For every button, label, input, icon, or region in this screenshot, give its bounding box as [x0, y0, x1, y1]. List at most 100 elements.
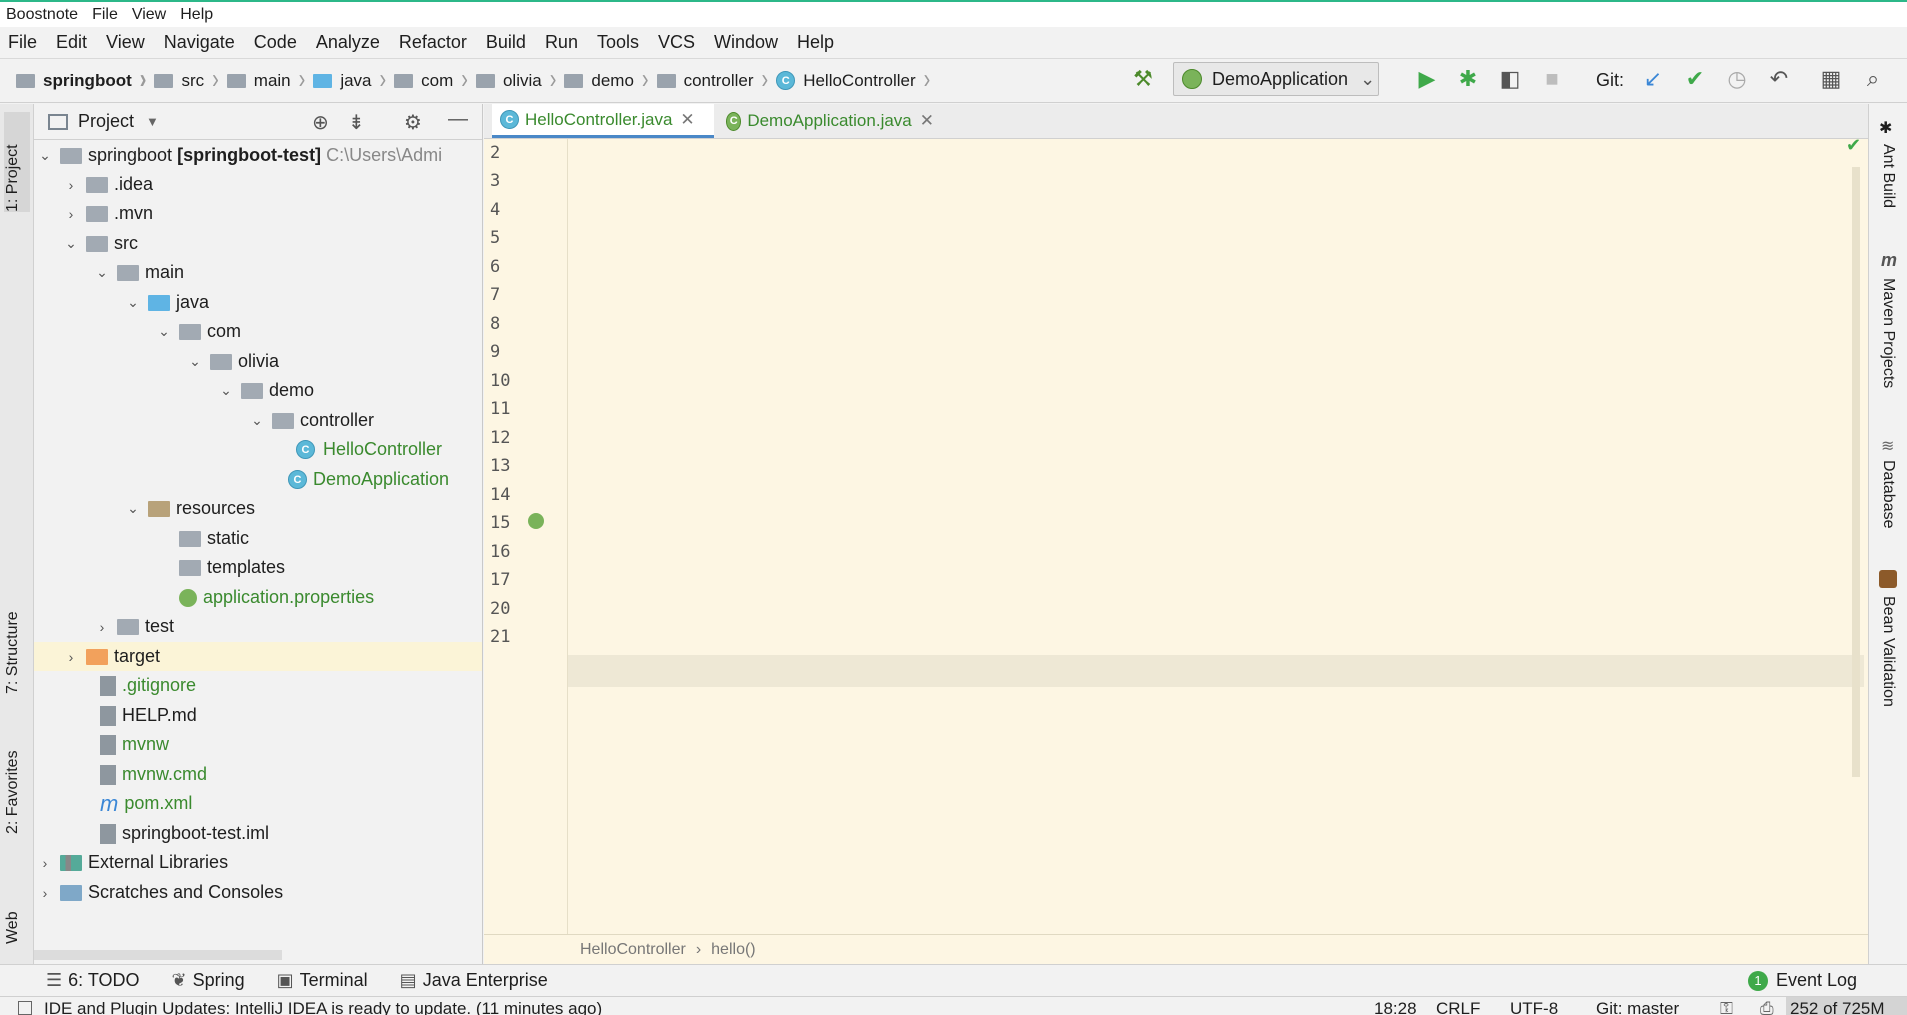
close-icon[interactable]: ✕ [920, 111, 934, 131]
chevron-right-icon[interactable]: › [64, 206, 78, 222]
tree-item-olivia[interactable]: ⌄ olivia [34, 347, 482, 376]
coverage-icon[interactable]: ◧ [1497, 66, 1523, 92]
project-structure-icon[interactable]: ▦ [1818, 66, 1844, 92]
tree-item-com[interactable]: ⌄ com [34, 317, 482, 346]
lock-icon[interactable]: ⚿ [1720, 999, 1733, 1015]
vertical-scrollbar[interactable] [1852, 167, 1860, 777]
editor-breadcrumb-method[interactable]: hello() [711, 941, 755, 959]
tree-item-controller[interactable]: ⌄ controller [34, 406, 482, 435]
chevron-right-icon[interactable]: › [95, 619, 109, 635]
chevron-right-icon[interactable]: › [64, 649, 78, 665]
vcs-commit-icon[interactable]: ✔ [1682, 66, 1708, 92]
breadcrumb-olivia[interactable]: olivia › [475, 64, 556, 95]
file-encoding[interactable]: UTF-8 [1510, 999, 1558, 1015]
caret-position[interactable]: 18:28 [1374, 999, 1417, 1015]
tree-item-java[interactable]: ⌄ java [34, 288, 482, 317]
tree-item-resources[interactable]: ⌄ resources [34, 494, 482, 523]
menu-window[interactable]: Window [714, 32, 778, 53]
breadcrumb-hellocontroller[interactable]: C HelloController › [776, 64, 930, 95]
locate-target-icon[interactable]: ⊕ [312, 110, 329, 135]
breadcrumb-com[interactable]: com › [394, 64, 468, 95]
tree-item-hellocontroller[interactable]: C HelloController [34, 435, 482, 464]
gear-icon[interactable]: ⚙ [404, 110, 422, 135]
breadcrumb-controller[interactable]: controller › [656, 64, 768, 95]
menu-help[interactable]: Help [797, 32, 834, 53]
debug-bug-icon[interactable]: ✱ [1455, 66, 1481, 92]
breadcrumb-src[interactable]: src › [154, 64, 219, 95]
tree-item-mvnw-cmd[interactable]: mvnw.cmd [34, 760, 482, 789]
tree-item-application-properties[interactable]: application.properties [34, 583, 482, 612]
menu-view[interactable]: View [106, 32, 145, 53]
tree-item-target[interactable]: › target [34, 642, 482, 671]
tool-tab-favorites[interactable]: 2: Favorites [4, 734, 22, 834]
os-menu-help[interactable]: Help [180, 6, 213, 24]
chevron-down-icon[interactable]: ⌄ [157, 323, 171, 340]
status-message[interactable]: IDE and Plugin Updates: IntelliJ IDEA is… [44, 999, 602, 1015]
chevron-down-icon[interactable]: ▼ [146, 114, 159, 129]
chevron-down-icon[interactable]: ⌄ [64, 235, 78, 252]
tree-item-mvn[interactable]: › .mvn [34, 199, 482, 228]
breadcrumb-java[interactable]: java › [313, 64, 386, 95]
tree-item-springboot[interactable]: ⌄ springboot [springboot-test] C:\Users\… [34, 141, 482, 170]
menu-analyze[interactable]: Analyze [316, 32, 380, 53]
menu-refactor[interactable]: Refactor [399, 32, 467, 53]
tree-item-external-libraries[interactable]: › External Libraries [34, 848, 482, 877]
tree-item-pom-xml[interactable]: m pom.xml [34, 789, 482, 818]
collapse-all-icon[interactable]: ⇟ [348, 110, 365, 135]
tree-item-main[interactable]: ⌄ main [34, 258, 482, 287]
vcs-history-icon[interactable]: ◷ [1724, 66, 1750, 92]
chevron-down-icon[interactable]: ⌄ [250, 412, 264, 429]
breadcrumb-project[interactable]: springboot › [16, 64, 146, 95]
menu-vcs[interactable]: VCS [658, 32, 695, 53]
spring-bean-gutter-icon[interactable] [528, 513, 544, 529]
tool-tab-terminal[interactable]: Terminal [300, 970, 368, 991]
chevron-down-icon[interactable]: ⌄ [38, 147, 52, 164]
toggle-tool-windows-icon[interactable] [18, 1001, 32, 1015]
chevron-right-icon[interactable]: › [38, 855, 52, 871]
os-menu-view[interactable]: View [132, 6, 166, 24]
tool-tab-bean-validation[interactable]: Bean Validation [1879, 596, 1897, 707]
close-icon[interactable]: ✕ [680, 110, 694, 130]
tool-tab-structure[interactable]: 7: Structure [4, 584, 22, 694]
tree-item-gitignore[interactable]: .gitignore [34, 671, 482, 700]
tool-tab-project[interactable]: 1: Project [4, 112, 30, 212]
tool-tab-web[interactable]: Web [4, 884, 22, 944]
code-editor[interactable]: 2 3 4 5 6 7 8 9 10 11 12 13 14 15 16 17 … [484, 135, 1868, 934]
editor-breadcrumb-class[interactable]: HelloController [580, 941, 686, 959]
tree-item-src[interactable]: ⌄ src [34, 229, 482, 258]
tree-item-help-md[interactable]: HELP.md [34, 701, 482, 730]
chevron-down-icon[interactable]: ⌄ [219, 382, 233, 399]
tree-item-iml[interactable]: springboot-test.iml [34, 819, 482, 848]
tool-tab-todo[interactable]: 6: TODO [68, 970, 139, 991]
tool-tab-database[interactable]: Database [1879, 460, 1897, 529]
tree-item-mvnw[interactable]: mvnw [34, 730, 482, 759]
tree-item-test[interactable]: › test [34, 612, 482, 641]
tab-hellocontroller[interactable]: C HelloController.java ✕ [492, 104, 714, 138]
tool-tab-java-enterprise[interactable]: Java Enterprise [423, 970, 548, 991]
tree-item-static[interactable]: static [34, 524, 482, 553]
tool-tab-ant-build[interactable]: Ant Build [1879, 144, 1897, 208]
revert-icon[interactable]: ↶ [1766, 66, 1792, 92]
git-branch[interactable]: Git: master [1596, 999, 1679, 1015]
chevron-right-icon[interactable]: › [64, 177, 78, 193]
tree-item-scratches[interactable]: › Scratches and Consoles [34, 878, 482, 907]
menu-navigate[interactable]: Navigate [164, 32, 235, 53]
tree-item-templates[interactable]: templates [34, 553, 482, 582]
menu-run[interactable]: Run [545, 32, 578, 53]
menu-edit[interactable]: Edit [56, 32, 87, 53]
search-icon[interactable]: ⌕ [1860, 66, 1886, 92]
build-hammer-icon[interactable]: ⚒ [1130, 66, 1156, 92]
line-separator[interactable]: CRLF [1436, 999, 1480, 1015]
run-icon[interactable]: ▶ [1414, 66, 1440, 92]
horizontal-scrollbar[interactable] [34, 950, 282, 960]
inspector-icon[interactable]: ⎙ [1760, 999, 1774, 1015]
menu-tools[interactable]: Tools [597, 32, 639, 53]
chevron-right-icon[interactable]: › [38, 885, 52, 901]
tab-demoapplication[interactable]: C DemoApplication.java ✕ [718, 104, 942, 138]
stop-icon[interactable]: ■ [1539, 66, 1565, 92]
menu-file[interactable]: File [8, 32, 37, 53]
tool-tab-maven-projects[interactable]: Maven Projects [1879, 278, 1897, 388]
run-configuration-dropdown[interactable]: DemoApplication ⌄ [1173, 62, 1379, 96]
os-menu-file[interactable]: File [92, 6, 118, 24]
inspection-ok-icon[interactable]: ✔ [1846, 135, 1861, 156]
